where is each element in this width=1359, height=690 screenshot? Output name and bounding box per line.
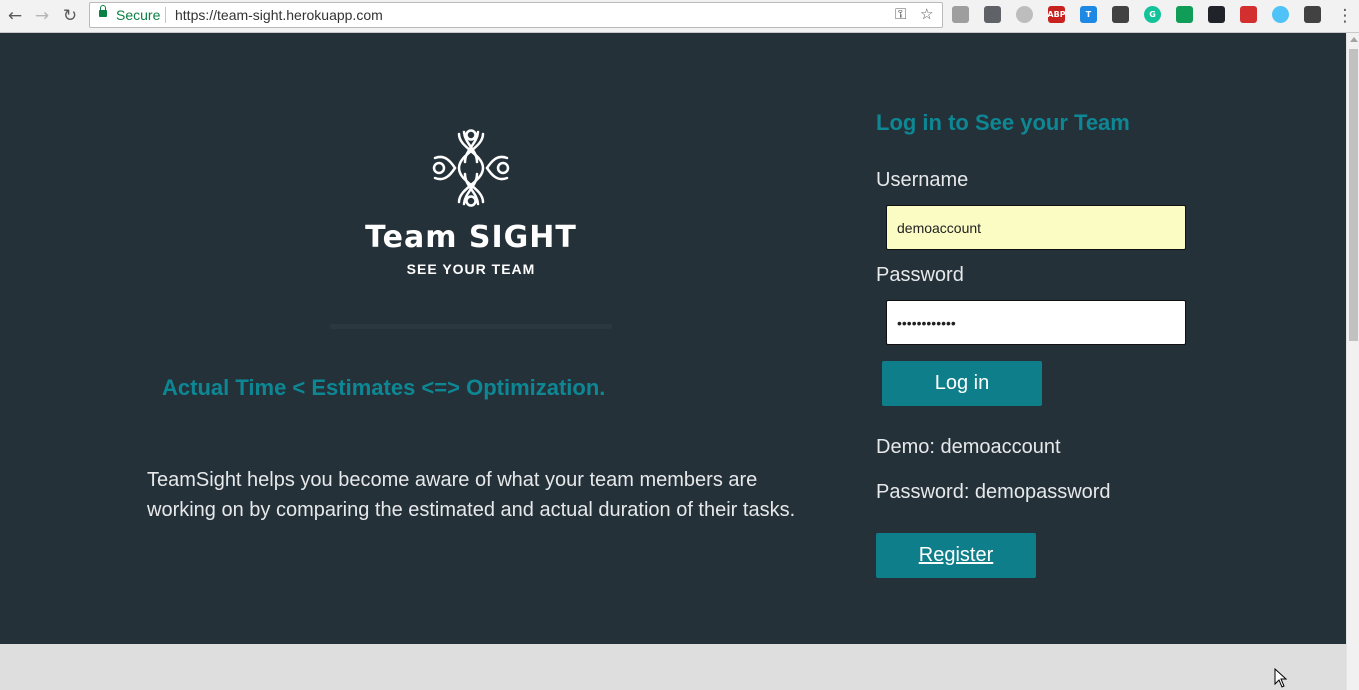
bookmark-star-icon[interactable]: ☆	[920, 5, 933, 23]
team-sight-logo-mark-icon	[432, 129, 510, 207]
demo-password-text: Password: demopassword	[876, 481, 1111, 503]
brand-tagline: SEE YOUR TEAM	[406, 261, 536, 277]
chat-bubble-icon[interactable]	[1176, 6, 1193, 23]
address-bar[interactable]: Secure https://team-sight.herokuapp.com …	[89, 2, 943, 28]
login-title: Log in to See your Team	[876, 110, 1130, 135]
browser-toolbar: ← → ↻ Secure https://team-sight.herokuap…	[0, 0, 1359, 33]
lock-icon	[99, 5, 107, 17]
evernote-icon[interactable]	[1304, 6, 1321, 23]
pocket-icon[interactable]	[1112, 6, 1129, 23]
t-extension-icon[interactable]: T	[1080, 6, 1097, 23]
register-button[interactable]: Register	[876, 533, 1036, 578]
url-text[interactable]: https://team-sight.herokuapp.com	[175, 7, 383, 23]
omnibox-divider	[165, 7, 166, 23]
mouse-pointer-icon	[1274, 668, 1288, 688]
team-sight-logo: Team SIGHT SEE YOUR TEAM	[330, 128, 612, 338]
vertical-scrollbar[interactable]	[1346, 33, 1359, 690]
username-label: Username	[876, 169, 969, 191]
circle-extension-icon[interactable]	[1016, 6, 1033, 23]
reload-icon[interactable]: ↻	[59, 5, 81, 27]
username-input[interactable]	[886, 205, 1186, 250]
logo-divider	[330, 324, 612, 329]
password-input[interactable]	[886, 300, 1186, 345]
demo-username-text: Demo: demoaccount	[876, 436, 1061, 458]
secure-label: Secure	[116, 7, 161, 23]
hero-description: TeamSight helps you become aware of what…	[147, 469, 796, 521]
brand-name: Team SIGHT	[365, 220, 577, 255]
hero-tagline: Actual Time < Estimates <=> Optimization…	[162, 375, 606, 400]
vue-extension-icon[interactable]	[1240, 6, 1257, 23]
cast-icon[interactable]	[984, 6, 1001, 23]
target-extension-icon[interactable]	[1272, 6, 1289, 23]
camera-icon[interactable]	[952, 6, 969, 23]
adblock-plus-icon[interactable]: ABP	[1047, 6, 1066, 23]
forward-arrow-icon[interactable]: →	[31, 5, 53, 27]
scroll-thumb[interactable]	[1349, 49, 1358, 341]
scroll-up-arrow-icon[interactable]	[1350, 37, 1358, 42]
menu-kebab-icon[interactable]: ⋮	[1334, 5, 1356, 27]
grammarly-icon[interactable]: G	[1144, 6, 1161, 23]
key-icon[interactable]: ⚿	[895, 5, 906, 23]
password-label: Password	[876, 264, 964, 286]
react-devtools-icon[interactable]	[1208, 6, 1225, 23]
back-arrow-icon[interactable]: ←	[4, 5, 26, 27]
login-button[interactable]: Log in	[882, 361, 1042, 406]
page-footer	[0, 644, 1346, 690]
